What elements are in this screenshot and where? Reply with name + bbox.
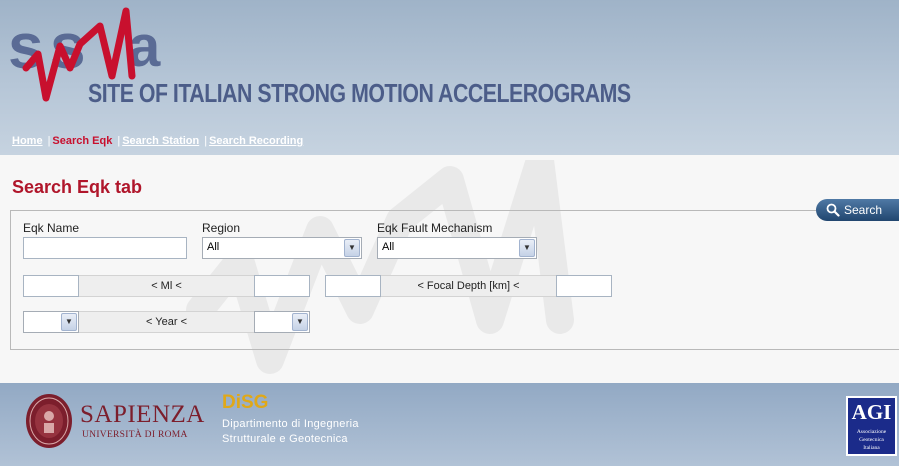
agi-line-2: Geotecnica xyxy=(859,437,884,443)
nav-home-link[interactable]: Home xyxy=(12,135,43,147)
search-form-panel: Eqk Name Region All ▼ Eqk Fault Mechanis… xyxy=(10,210,899,350)
nav-search-station-link[interactable]: Search Station xyxy=(122,135,199,147)
year-max-select[interactable]: ▼ xyxy=(254,311,310,333)
disg-logo-text: DiSG xyxy=(222,392,269,413)
chevron-down-icon[interactable]: ▼ xyxy=(61,313,77,331)
nav-search-eqk-link[interactable]: Search Eqk xyxy=(52,135,112,147)
chevron-down-icon[interactable]: ▼ xyxy=(519,239,535,257)
site-footer: SAPIENZA UNIVERSITÀ DI ROMA DiSG Diparti… xyxy=(0,383,899,466)
agi-short-name: AGI xyxy=(851,400,892,424)
site-title: SITE OF ITALIAN STRONG MOTION ACCELEROGR… xyxy=(88,78,631,108)
eqk-name-label: Eqk Name xyxy=(23,221,80,235)
magnifier-icon xyxy=(826,203,840,217)
ml-range-label: < Ml < xyxy=(79,275,254,297)
region-label: Region xyxy=(202,221,241,235)
year-range-label: < Year < xyxy=(79,311,254,333)
fault-mechanism-label: Eqk Fault Mechanism xyxy=(377,221,493,235)
nav-separator: | xyxy=(117,135,121,147)
fault-mechanism-select[interactable]: All ▼ xyxy=(377,237,537,259)
sapienza-name: SAPIENZA xyxy=(80,401,205,428)
agi-line-1: Associazione xyxy=(856,429,887,435)
agi-line-3: Italiana xyxy=(863,445,880,451)
chevron-down-icon[interactable]: ▼ xyxy=(292,313,308,331)
main-nav: Home | Search Eqk | Search Station | Search Re… xyxy=(12,135,303,147)
region-selected-value: All xyxy=(207,241,220,253)
chevron-down-icon[interactable]: ▼ xyxy=(344,239,360,257)
nav-search-recording-link[interactable]: Search Recording xyxy=(209,135,303,147)
nav-separator: | xyxy=(47,135,51,147)
page-title: Search Eqk tab xyxy=(12,177,143,197)
search-button-label: Search xyxy=(844,203,883,217)
disg-line-2: Strutturale e Geotecnica xyxy=(222,433,348,445)
disg-line-1: Dipartimento di Ingegneria xyxy=(222,418,359,430)
ml-min-input[interactable] xyxy=(23,275,79,297)
svg-text:s: s xyxy=(8,10,41,82)
region-select[interactable]: All ▼ xyxy=(202,237,362,259)
sapienza-subtitle: UNIVERSITÀ DI ROMA xyxy=(82,430,188,440)
eqk-name-input[interactable] xyxy=(23,237,187,259)
year-min-select[interactable]: ▼ xyxy=(23,311,79,333)
nav-separator: | xyxy=(204,135,208,147)
site-header: s s a SITE OF ITALIAN STRONG MOTION ACCE… xyxy=(0,0,899,155)
main-content: Search Eqk tab Eqk Name Region All ▼ Eqk… xyxy=(0,155,899,383)
fault-mechanism-selected-value: All xyxy=(382,241,395,253)
focal-depth-max-input[interactable] xyxy=(556,275,612,297)
focal-depth-min-input[interactable] xyxy=(325,275,381,297)
ml-max-input[interactable] xyxy=(254,275,310,297)
focal-depth-range-label: < Focal Depth [km] < xyxy=(381,275,556,297)
sapienza-seal-logo xyxy=(26,394,72,448)
search-button[interactable]: Search xyxy=(816,199,899,221)
agi-logo: AGI Associazione Geotecnica Italiana xyxy=(846,396,897,456)
